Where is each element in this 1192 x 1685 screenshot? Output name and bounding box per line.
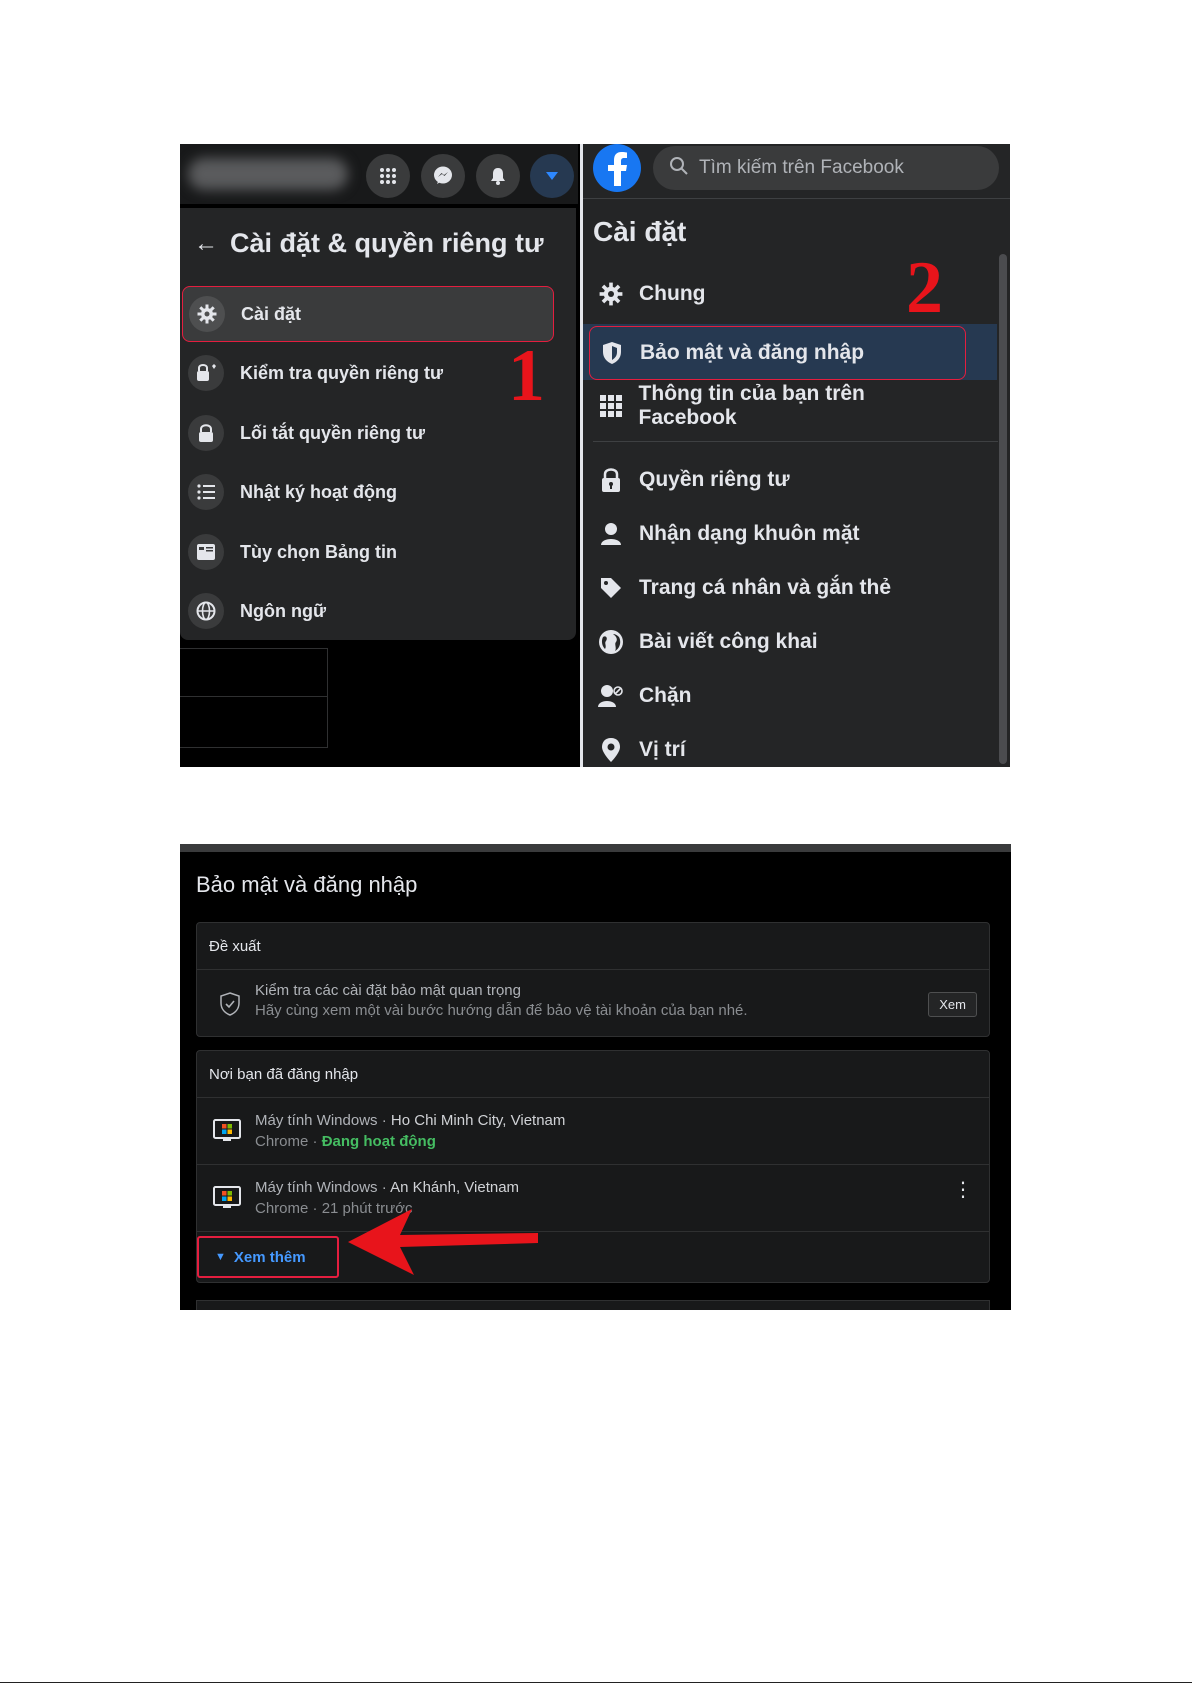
account-caret-icon[interactable]: [530, 154, 574, 198]
page-title: Bảo mật và đăng nhập: [196, 872, 418, 897]
lock-icon: [188, 415, 224, 451]
see-more-row: ▼ Xem thêm: [197, 1232, 989, 1282]
top-bar: [180, 844, 1011, 852]
menu-item-feed-preferences[interactable]: Tùy chọn Bảng tin: [182, 525, 558, 579]
menu-item-label: Lối tắt quyền riêng tư: [240, 422, 426, 443]
settings-item-label: Bảo mật và đăng nhập: [640, 341, 865, 364]
settings-item-label: Chặn: [639, 684, 692, 707]
session-status: Chrome · Đang hoạt động: [255, 1133, 436, 1150]
settings-item-public-posts[interactable]: Bài viết công khai: [589, 616, 964, 668]
globe-icon: [188, 593, 224, 629]
red-arrow-icon: [348, 1209, 538, 1275]
shield-icon: [596, 337, 628, 369]
windows-pc-icon: [213, 1185, 241, 1213]
top-nav-bar: [180, 144, 578, 204]
lock-heart-icon: [188, 355, 224, 391]
recommendation-desc: Hãy cùng xem một vài bước hướng dẫn để b…: [255, 1002, 748, 1019]
menu-header: ← Cài đặt & quyền riêng tư: [194, 228, 544, 259]
feed-icon: [188, 534, 224, 570]
more-options-icon[interactable]: ⋮: [953, 1180, 973, 1200]
profile-blurred[interactable]: [188, 158, 348, 190]
recommendation-row: Kiểm tra các cài đặt bảo mật quan trọng …: [197, 970, 989, 1036]
facebook-logo-icon[interactable]: [593, 144, 641, 192]
settings-item-label: Nhận dạng khuôn mặt: [639, 522, 860, 545]
where-logged-in-card: Nơi bạn đã đăng nhập Máy tính Windows · …: [196, 1050, 990, 1283]
settings-item-label: Chung: [639, 282, 706, 305]
settings-item-label: Thông tin của bạn trên Facebook: [638, 382, 865, 429]
settings-item-label: Quyền riêng tư: [639, 468, 790, 491]
menu-item-privacy-shortcuts[interactable]: Lối tắt quyền riêng tư: [182, 406, 558, 460]
section-divider: [593, 441, 998, 442]
settings-item-label: Trang cá nhân và gắn thẻ: [639, 576, 892, 599]
page-bottom-rule: [0, 1682, 1192, 1683]
shield-check-icon: [219, 992, 247, 1020]
bell-icon[interactable]: [476, 154, 520, 198]
back-arrow-icon[interactable]: ←: [194, 230, 224, 258]
menu-grid-icon[interactable]: [366, 154, 410, 198]
lock-icon: [595, 464, 627, 496]
windows-pc-icon: [213, 1118, 241, 1146]
menu-item-label: Nhật ký hoạt động: [240, 481, 397, 502]
see-more-label: Xem thêm: [233, 1248, 306, 1266]
menu-item-label: Ngôn ngữ: [240, 600, 327, 621]
location-pin-icon: [595, 734, 627, 766]
background-card: [180, 648, 328, 698]
menu-title: Cài đặt & quyền riêng tư: [230, 228, 544, 258]
settings-item-label: Bài viết công khai: [639, 630, 818, 653]
session-row[interactable]: Máy tính Windows · Ho Chi Minh City, Vie…: [197, 1098, 989, 1165]
caret-down-icon: ▼: [215, 1251, 226, 1263]
menu-item-activity-log[interactable]: Nhật ký hoạt động: [182, 465, 558, 519]
facebook-header: Tìm kiếm trên Facebook: [583, 144, 1010, 199]
recommendation-title: Kiểm tra các cài đặt bảo mật quan trọng: [255, 982, 521, 999]
menu-item-label: Cài đặt: [241, 303, 302, 324]
gear-icon: [189, 296, 225, 332]
menu-item-language[interactable]: Ngôn ngữ: [182, 584, 558, 638]
scrollbar[interactable]: [999, 254, 1007, 764]
step-number-1: 1: [508, 335, 545, 417]
block-user-icon: [595, 680, 627, 712]
account-menu-pane: ← Cài đặt & quyền riêng tư Cài đặt Kiểm …: [180, 144, 578, 767]
background-card: [180, 696, 328, 748]
tag-icon: [595, 572, 627, 604]
menu-item-label: Tùy chọn Bảng tin: [240, 541, 397, 562]
card-heading: Đề xuất: [197, 923, 989, 970]
settings-item-profile-tagging[interactable]: Trang cá nhân và gắn thẻ: [589, 562, 964, 614]
settings-item-security-login[interactable]: Bảo mật và đăng nhập: [589, 326, 966, 380]
settings-item-location[interactable]: Vị trí: [589, 724, 964, 767]
settings-sidebar: Tìm kiếm trên Facebook Cài đặt Chung Bảo…: [583, 144, 1010, 767]
session-row[interactable]: Máy tính Windows · An Khánh, Vietnam Chr…: [197, 1165, 989, 1232]
settings-screenshot: ← Cài đặt & quyền riêng tư Cài đặt Kiểm …: [180, 144, 1010, 767]
settings-item-label: Vị trí: [639, 738, 686, 761]
session-device: Máy tính Windows · An Khánh, Vietnam: [255, 1179, 520, 1196]
menu-item-label: Kiểm tra quyền riêng tư: [240, 362, 444, 383]
view-button[interactable]: Xem: [928, 992, 977, 1017]
menu-item-settings[interactable]: Cài đặt: [182, 286, 554, 342]
settings-item-blocking[interactable]: Chặn: [589, 670, 964, 722]
search-placeholder: Tìm kiếm trên Facebook: [699, 157, 904, 178]
security-login-screenshot: Bảo mật và đăng nhập Đề xuất Kiểm tra cá…: [180, 844, 1011, 1310]
step-number-2: 2: [906, 247, 943, 329]
recommendations-card: Đề xuất Kiểm tra các cài đặt bảo mật qua…: [196, 922, 990, 1037]
menu-item-privacy-checkup[interactable]: Kiểm tra quyền riêng tư: [182, 346, 558, 400]
settings-item-your-info[interactable]: Thông tin của bạn trên Facebook: [589, 380, 964, 432]
settings-item-privacy[interactable]: Quyền riêng tư: [589, 454, 964, 506]
card-heading: Nơi bạn đã đăng nhập: [197, 1051, 989, 1098]
next-card: [196, 1300, 990, 1310]
page-title: Cài đặt: [593, 216, 687, 247]
see-more-button[interactable]: ▼ Xem thêm: [197, 1236, 339, 1278]
globe-icon: [595, 626, 627, 658]
face-icon: [595, 518, 627, 550]
list-icon: [188, 474, 224, 510]
settings-item-face-recognition[interactable]: Nhận dạng khuôn mặt: [589, 508, 964, 560]
search-input[interactable]: Tìm kiếm trên Facebook: [653, 146, 999, 190]
messenger-icon[interactable]: [421, 154, 465, 198]
gear-icon: [595, 278, 627, 310]
grid-icon: [595, 390, 627, 422]
session-device: Máy tính Windows · Ho Chi Minh City, Vie…: [255, 1112, 566, 1129]
search-icon: [669, 156, 689, 181]
settings-privacy-menu: ← Cài đặt & quyền riêng tư Cài đặt Kiểm …: [180, 208, 576, 640]
